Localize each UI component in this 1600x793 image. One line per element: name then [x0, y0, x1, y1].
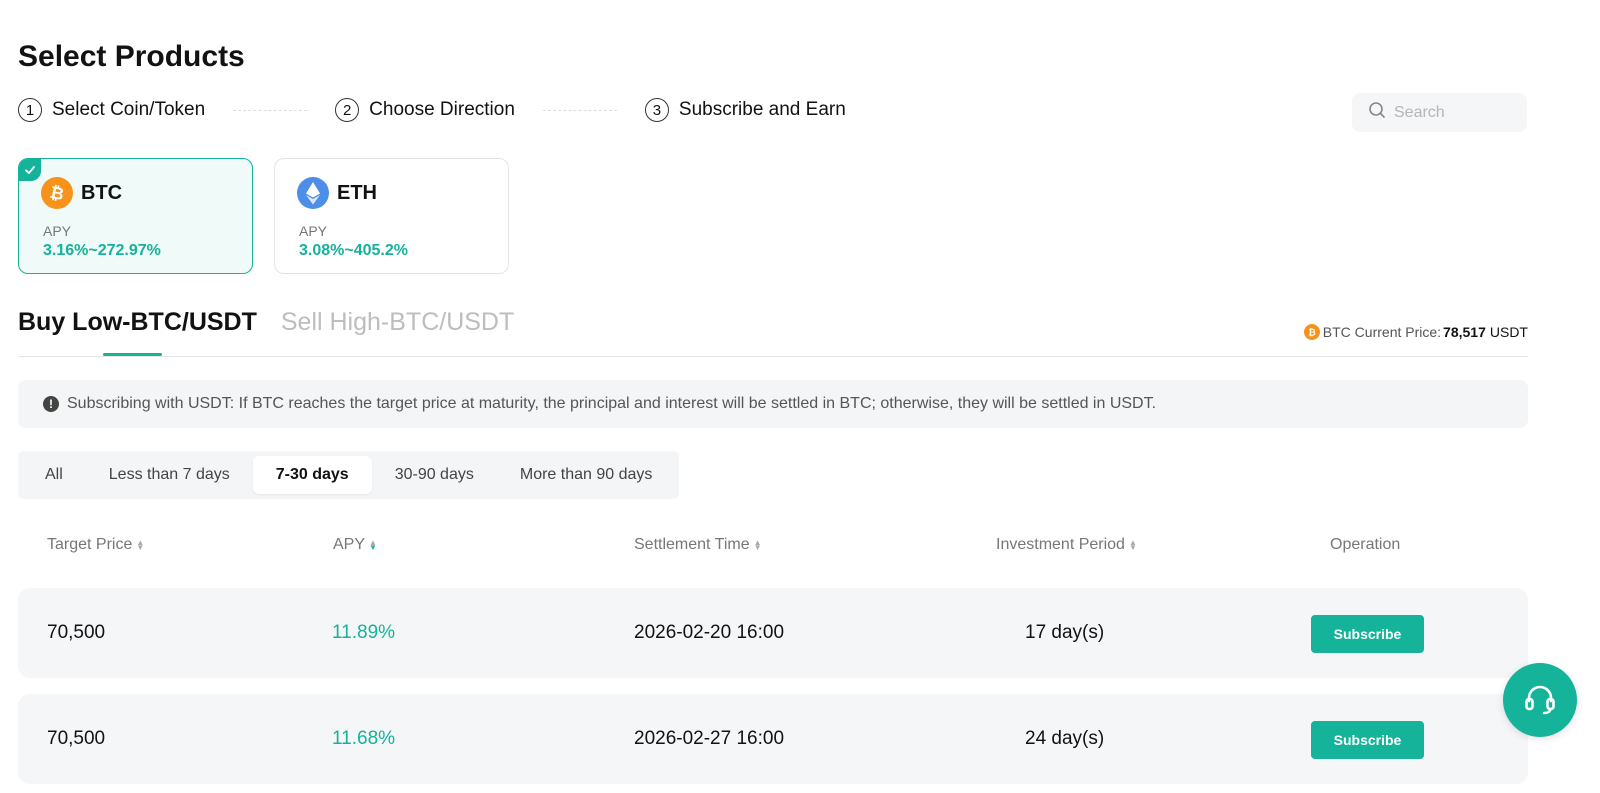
step-1: 1 Select Coin/Token [18, 98, 205, 122]
apy-range: 3.08%~405.2% [299, 242, 408, 259]
sort-icon: ▲ ▼ [369, 538, 377, 552]
apy-cell: 11.89% [332, 622, 396, 643]
period-filter: All Less than 7 days 7-30 days 30-90 day… [18, 451, 680, 499]
table-row: 70,500 11.68% 2026-02-27 16:00 24 day(s)… [18, 694, 1528, 784]
step-3: 3 Subscribe and Earn [644, 98, 846, 122]
period-30-90-days[interactable]: 30-90 days [372, 456, 497, 494]
column-apy[interactable]: APY ▲ ▼ [333, 536, 377, 554]
coin-card-btc[interactable]: ₿ BTC APY 3.16%~272.97% [18, 158, 253, 274]
page-title: Select Products [18, 40, 245, 73]
step-3-label: Subscribe and Earn [678, 99, 846, 120]
column-label: Settlement Time [634, 536, 750, 553]
sort-icon: ▲ ▼ [1128, 538, 1137, 552]
tab-buy-low[interactable]: Buy Low-BTC/USDT [18, 308, 257, 337]
coin-symbol: ETH [337, 181, 377, 204]
step-connector [233, 109, 308, 111]
step-1-label: Select Coin/Token [52, 99, 206, 120]
coin-symbol: BTC [81, 181, 123, 204]
column-investment-period[interactable]: Investment Period ▲ ▼ [996, 536, 1137, 554]
direction-tabs: Buy Low-BTC/USDT Sell High-BTC/USDT [18, 308, 514, 337]
period-7-30-days[interactable]: 7-30 days [252, 456, 372, 494]
notice-text: Subscribing with USDT: If BTC reaches th… [67, 395, 1157, 412]
search-input[interactable] [1392, 102, 1526, 123]
svg-text:₿: ₿ [1308, 328, 1315, 339]
period-all[interactable]: All [22, 456, 86, 494]
step-2-number: 2 [335, 98, 360, 122]
period-more-than-90-days[interactable]: More than 90 days [497, 456, 676, 494]
column-label: Operation [1330, 536, 1401, 553]
target-price-cell: 70,500 [47, 728, 106, 749]
apy-label: APY [43, 223, 72, 239]
subscribe-button[interactable]: Subscribe [1311, 721, 1424, 759]
divider [18, 356, 1528, 357]
step-connector [542, 109, 617, 111]
settlement-time-cell: 2026-02-20 16:00 [634, 622, 785, 643]
info-icon: ! [43, 396, 59, 412]
period-cell: 24 day(s) [1025, 728, 1105, 749]
column-operation: Operation [1330, 536, 1400, 554]
column-label: APY [333, 536, 366, 553]
column-settlement-time[interactable]: Settlement Time ▲ ▼ [634, 536, 762, 554]
column-label: Investment Period [996, 536, 1125, 553]
column-target-price[interactable]: Target Price ▲ ▼ [47, 536, 144, 554]
tab-sell-high[interactable]: Sell High-BTC/USDT [281, 308, 514, 337]
coin-card-eth[interactable]: ETH APY 3.08%~405.2% [274, 158, 509, 274]
svg-text:₿: ₿ [48, 183, 66, 205]
headset-icon [1521, 681, 1559, 719]
price-unit: USDT [1489, 324, 1528, 340]
price-label: BTC Current Price: [1322, 324, 1442, 340]
apy-label: APY [299, 223, 328, 239]
step-1-number: 1 [18, 98, 42, 122]
step-indicator: 1 Select Coin/Token 2 Choose Direction 3… [18, 98, 846, 122]
subscribe-button[interactable]: Subscribe [1311, 615, 1424, 653]
search-box[interactable] [1352, 93, 1527, 132]
period-cell: 17 day(s) [1025, 622, 1105, 643]
apy-cell: 11.68% [332, 728, 396, 749]
settlement-notice: ! Subscribing with USDT: If BTC reaches … [18, 380, 1528, 428]
target-price-cell: 70,500 [47, 622, 106, 643]
period-less-than-7-days[interactable]: Less than 7 days [86, 456, 253, 494]
step-2: 2 Choose Direction [335, 98, 515, 122]
price-value: 78,517 [1443, 324, 1486, 340]
customer-support-button[interactable] [1503, 663, 1577, 737]
current-price: ₿ BTC Current Price: 78,517 USDT [1303, 324, 1528, 340]
selected-check-icon [19, 159, 41, 181]
table-row: 70,500 11.89% 2026-02-20 16:00 17 day(s)… [18, 588, 1528, 678]
bitcoin-icon: ₿ [41, 177, 73, 209]
search-icon [1368, 101, 1386, 124]
column-label: Target Price [47, 536, 133, 553]
apy-range: 3.16%~272.97% [43, 242, 161, 259]
step-3-number: 3 [644, 98, 669, 122]
ethereum-icon [297, 177, 329, 209]
sort-icon: ▲ ▼ [753, 538, 762, 552]
table-header: Target Price ▲ ▼ APY ▲ ▼ Settlement Time ▲… [0, 536, 1600, 558]
settlement-time-cell: 2026-02-27 16:00 [634, 728, 785, 749]
step-2-label: Choose Direction [369, 99, 515, 120]
bitcoin-icon: ₿ [1303, 324, 1320, 340]
sort-icon: ▲ ▼ [136, 538, 145, 552]
